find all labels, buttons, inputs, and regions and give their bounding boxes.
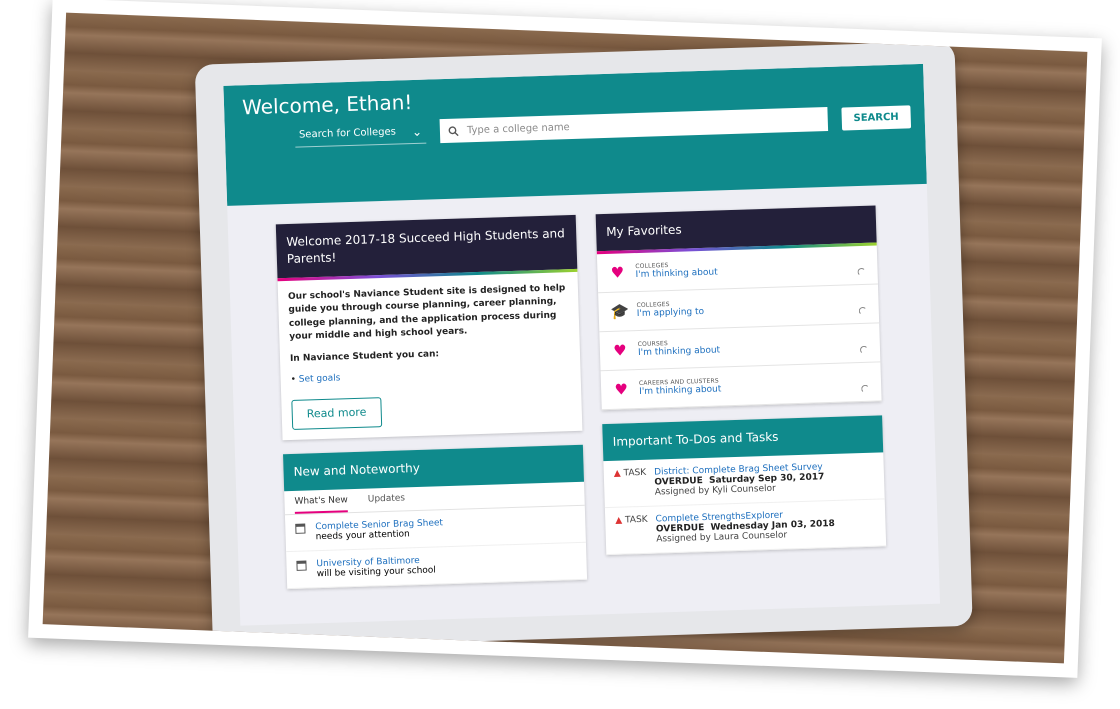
search-input[interactable]: Type a college name [439,106,828,144]
tablet: Welcome, Ethan! Search for Colleges ⌄ Ty… [194,40,973,650]
task-tag: ▲ TASK [615,514,648,545]
favorite-item[interactable]: ♥ CAREERS AND CLUSTERS I'm thinking abou… [600,362,882,410]
dashboard-content: Welcome 2017-18 Succeed High Students an… [275,205,896,590]
task-tag-label: TASK [623,467,647,479]
favorite-label[interactable]: I'm thinking about [639,385,721,398]
warning-icon: ▲ [613,468,621,479]
news-card: New and Noteworthy What's New Updates Co… [283,444,588,590]
welcome-intro: Our school's Naviance Student site is de… [287,282,566,343]
search-button[interactable]: SEARCH [841,104,912,131]
photo-frame: Welcome, Ethan! Search for Colleges ⌄ Ty… [28,0,1102,678]
loading-spinner-icon [861,384,870,393]
favorites-card: My Favorites ♥ COLLEGES I'm thinking abo… [595,205,882,410]
task-tag: ▲ TASK [614,467,647,498]
graduation-cap-icon: 🎓 [610,302,630,321]
search-placeholder: Type a college name [466,121,570,136]
read-more-button[interactable]: Read more [291,396,382,431]
favorite-label[interactable]: I'm applying to [637,307,705,319]
left-column: Welcome 2017-18 Succeed High Students an… [275,214,588,603]
loading-spinner-icon [859,345,869,354]
set-goals-link[interactable]: Set goals [299,373,341,384]
heart-icon: ♥ [610,263,625,282]
tasks-card: Important To-Dos and Tasks ▲ TASK Distri… [602,415,887,555]
warning-icon: ▲ [615,515,623,526]
task-tag-label: TASK [624,514,648,526]
search-type-label: Search for Colleges [298,126,397,141]
calendar-icon [296,560,307,571]
loading-spinner-icon [858,306,867,315]
search-type-dropdown[interactable]: Search for Colleges ⌄ [294,120,427,148]
header: Welcome, Ethan! Search for Colleges ⌄ Ty… [223,63,927,206]
right-column: My Favorites ♥ COLLEGES I'm thinking abo… [595,205,887,568]
welcome-subhead: In Naviance Student you can: [289,348,440,364]
favorite-label[interactable]: I'm thinking about [638,346,720,359]
search-icon [448,125,459,136]
favorite-label[interactable]: I'm thinking about [635,268,717,281]
loading-spinner-icon [857,267,866,276]
task-item: ▲ TASK Complete StrengthsExplorer OVERDU… [604,498,887,555]
heart-icon: ♥ [612,341,627,360]
welcome-bullet: • Set goals [290,373,341,386]
tablet-screen: Welcome, Ethan! Search for Colleges ⌄ Ty… [223,63,941,626]
tab-updates[interactable]: Updates [368,493,406,511]
welcome-card-title: Welcome 2017-18 Succeed High Students an… [275,214,578,278]
wood-background: Welcome, Ethan! Search for Colleges ⌄ Ty… [42,12,1088,664]
heart-icon: ♥ [614,380,629,399]
welcome-card: Welcome 2017-18 Succeed High Students an… [275,214,583,441]
welcome-card-body: Our school's Naviance Student site is de… [278,271,583,440]
calendar-icon [295,523,306,534]
chevron-down-icon: ⌄ [411,124,423,139]
stage: Welcome, Ethan! Search for Colleges ⌄ Ty… [0,0,1120,709]
tab-whats-new[interactable]: What's New [294,495,349,514]
